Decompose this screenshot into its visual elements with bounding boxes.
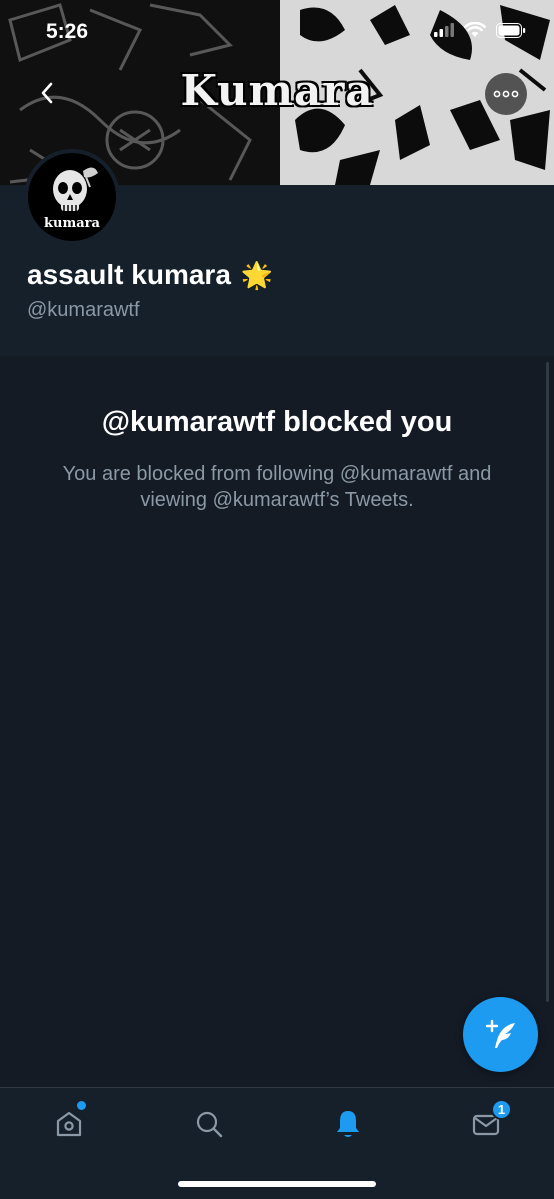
display-name: assault kumara 🌟 xyxy=(27,259,273,291)
bell-icon xyxy=(337,1111,359,1137)
blocked-message: You are blocked from following @kumarawt… xyxy=(62,463,492,511)
wifi-icon xyxy=(464,22,486,37)
battery-icon xyxy=(496,22,526,38)
chevron-left-icon xyxy=(41,82,53,104)
avatar[interactable]: kumara xyxy=(24,149,120,245)
compose-feather-icon xyxy=(485,1019,515,1048)
status-icons xyxy=(434,22,526,38)
scrollbar[interactable] xyxy=(546,362,549,1002)
home-indicator[interactable] xyxy=(178,1181,376,1187)
display-name-text: assault kumara xyxy=(27,259,231,290)
tab-home[interactable] xyxy=(49,1104,89,1144)
avatar-label: kumara xyxy=(44,216,100,231)
messages-badge: 1 xyxy=(491,1099,512,1120)
tab-notifications[interactable] xyxy=(328,1104,368,1144)
tab-search[interactable] xyxy=(189,1104,229,1144)
more-dots-icon xyxy=(493,90,519,98)
blocked-title: @kumarawtf blocked you xyxy=(101,406,453,438)
more-options-button[interactable] xyxy=(485,73,527,115)
home-notification-dot xyxy=(77,1101,86,1110)
cellular-signal-icon xyxy=(434,23,454,37)
banner-logo-text: Kumara xyxy=(180,66,374,115)
profile-handle: @kumarawtf xyxy=(27,299,140,321)
profile-screen: Kumara 5:26 kumara assault kumara 🌟 @kum… xyxy=(0,0,554,1199)
compose-tweet-button[interactable] xyxy=(463,997,538,1072)
home-icon xyxy=(56,1111,82,1137)
avatar-image: kumara xyxy=(28,153,116,241)
glowing-star-emoji: 🌟 xyxy=(240,259,274,290)
status-time: 5:26 xyxy=(46,20,89,43)
back-button[interactable] xyxy=(28,74,66,112)
search-icon xyxy=(196,1111,223,1138)
